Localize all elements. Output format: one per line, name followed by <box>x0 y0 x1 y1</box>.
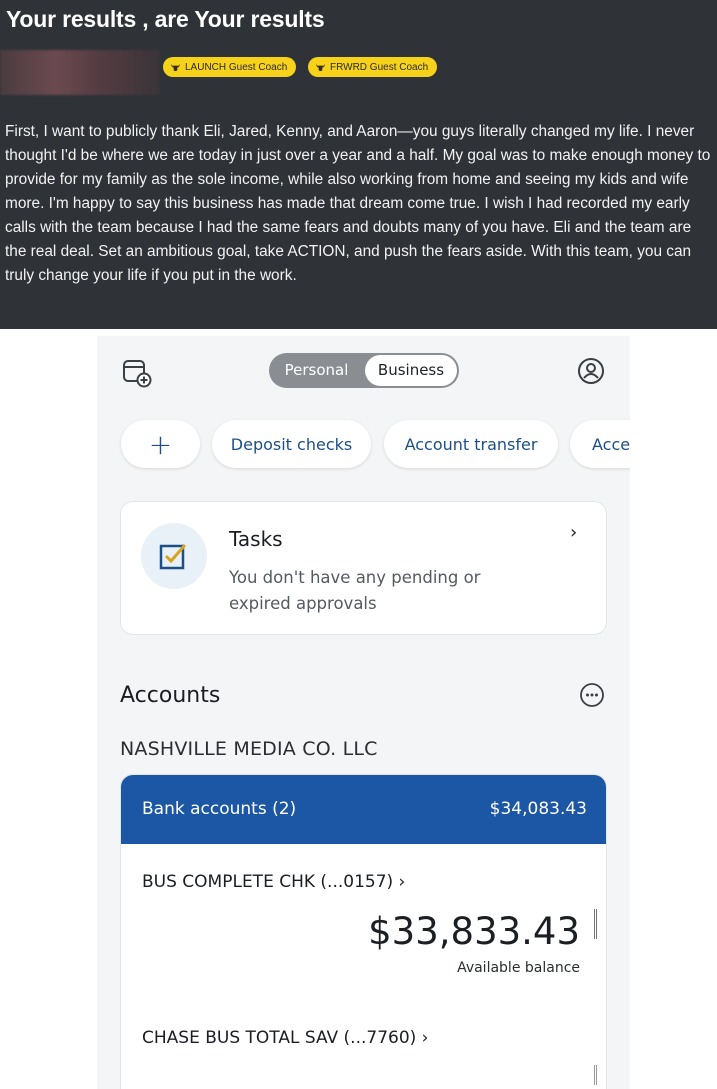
accounts-heading: Accounts <box>120 683 221 708</box>
tab-personal[interactable]: Personal <box>269 353 364 388</box>
account-link-checking[interactable]: BUS COMPLETE CHK (...0157) › <box>142 872 405 892</box>
tab-business[interactable]: Business <box>365 355 457 386</box>
launch-coach-badge[interactable]: LAUNCH Guest Coach <box>163 57 297 77</box>
more-options-icon[interactable] <box>579 682 605 708</box>
post-body: First, I want to publicly thank Eli, Jar… <box>5 123 711 284</box>
blurred-author-name <box>0 50 160 95</box>
profile-icon[interactable] <box>576 356 606 386</box>
chevron-right-icon[interactable]: › <box>570 522 577 543</box>
new-account-icon[interactable] <box>121 356 153 388</box>
tasks-icon-circle <box>141 523 207 589</box>
scroll-indicator <box>594 1065 597 1085</box>
account-link-savings[interactable]: CHASE BUS TOTAL SAV (...7760) › <box>142 1028 428 1048</box>
available-balance-label: Available balance <box>457 960 580 976</box>
bank-accounts-total: $34,083.43 <box>489 799 587 819</box>
scroll-indicator <box>594 909 597 939</box>
company-name: NASHVILLE MEDIA CO. LLC <box>120 738 378 760</box>
bank-accounts-card: Bank accounts (2) $34,083.43 BUS COMPLET… <box>120 774 607 1089</box>
account-transfer-button[interactable]: Account transfer <box>384 420 558 468</box>
bull-icon <box>315 63 326 71</box>
bank-accounts-header[interactable]: Bank accounts (2) $34,083.43 <box>121 775 606 844</box>
personal-business-toggle[interactable]: Personal Business <box>269 353 459 388</box>
tasks-checkbox-icon <box>159 544 187 570</box>
frwrd-coach-badge[interactable]: FRWRD Guest Coach <box>308 57 438 77</box>
banking-app-screen: Personal Business + Deposit checks Accou… <box>97 336 630 1089</box>
testimonial-post: Your results , are Your results LAUNCH G… <box>0 0 717 329</box>
launch-coach-label: LAUNCH Guest Coach <box>185 61 288 73</box>
tasks-description: You don't have any pending or expired ap… <box>229 568 481 613</box>
bank-accounts-label: Bank accounts (2) <box>142 799 297 819</box>
bull-icon <box>170 63 181 71</box>
deposit-checks-button[interactable]: Deposit checks <box>212 420 371 468</box>
tasks-card[interactable]: Tasks You don't have any pending or expi… <box>120 501 607 635</box>
accounts-quick-button[interactable]: Acce <box>570 420 630 468</box>
tasks-title: Tasks <box>229 527 283 551</box>
add-button[interactable]: + <box>121 420 200 468</box>
checking-balance: $33,833.43 <box>368 910 580 953</box>
frwrd-coach-label: FRWRD Guest Coach <box>330 61 429 73</box>
post-title: Your results , are Your results <box>6 6 325 32</box>
